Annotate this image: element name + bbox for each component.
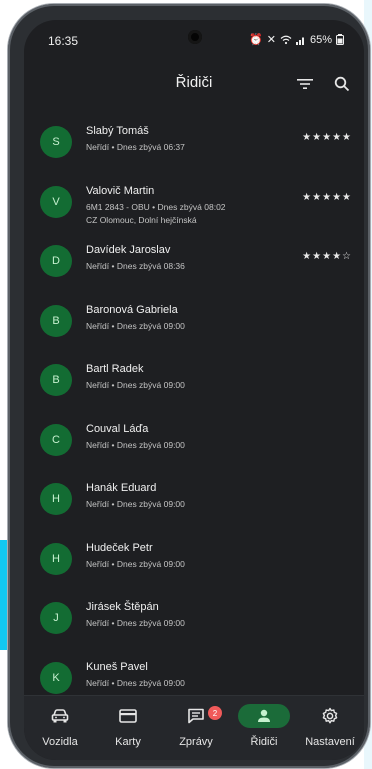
list-item[interactable]: V Valovič Martin 6M1 2843 - OBU • Dnes z… [24,170,364,230]
signal-icon [295,37,304,45]
nav-label: Nastavení [305,736,355,748]
status-time: 16:35 [48,34,79,48]
driver-name: Hanák Eduard [86,482,157,494]
nav-icon-container: 2 [170,704,222,728]
list-item[interactable]: J Jirásek Štěpán Neřídí • Dnes zbývá 09:… [24,586,364,646]
driver-status: Neřídí • Dnes zbývá 09:00 [86,380,185,390]
nav-item-nastaveni[interactable]: Nastavení [296,696,364,760]
driver-name: Jirásek Štěpán [86,601,159,613]
nav-icon-container [102,704,154,728]
bottom-navigation: Vozidla Karty 2 Zprávy Řidiči Nastavení [24,695,364,760]
rating-stars: ★★★★★ [302,191,352,203]
driver-status: Neřídí • Dnes zbývá 09:00 [86,499,185,509]
avatar: D [40,245,72,277]
nav-item-zpravy[interactable]: 2 Zprávy [162,696,230,760]
avatar: C [40,423,72,456]
card-icon [119,709,137,723]
driver-location: CZ Olomouc, Dolní hejčínská [86,214,197,225]
driver-status: 6M1 2843 - OBU • Dnes zbývá 08:02 [86,201,226,212]
driver-status: Neřídí • Dnes zbývá 06:37 [86,142,185,152]
driver-name: Hudeček Petr [86,541,153,554]
driver-status: Neřídí • Dnes zbývá 09:00 [86,618,185,628]
message-icon [188,708,204,724]
nav-icon-container [304,704,356,728]
gear-icon [322,707,338,724]
driver-status: Neřídí • Dnes zbývá 09:00 [86,439,185,450]
nav-label: Vozidla [42,736,78,748]
search-button[interactable] [326,68,358,100]
avatar: K [40,661,72,694]
driver-status: Neřídí • Dnes zbývá 09:00 [86,558,185,569]
list-item[interactable]: C Couval Láďa Neřídí • Dnes zbývá 09:00 [24,408,364,468]
avatar: V [40,185,72,218]
nav-label: Zprávy [179,736,213,748]
driver-name: Slabý Tomáš [86,125,149,137]
status-bar: 16:35 ⏰ ✕ 65% [24,20,364,60]
driver-name: Bartl Radek [86,363,144,375]
driver-name: Couval Láďa [86,422,149,435]
list-item[interactable]: B Baronová Gabriela Neřídí • Dnes zbývá … [24,289,364,349]
list-item[interactable]: H Hanák Eduard Neřídí • Dnes zbývá 09:00 [24,467,364,527]
filter-icon [297,79,313,89]
person-icon [258,709,270,722]
app-bar: Řidiči [24,60,364,108]
list-item[interactable]: D Davídek Jaroslav Neřídí • Dnes zbývá 0… [24,229,364,289]
nav-item-karty[interactable]: Karty [94,696,162,760]
avatar: B [40,364,72,396]
avatar: H [40,542,72,575]
avatar: H [40,483,72,515]
car-icon [51,709,69,723]
nav-icon-container [34,704,86,728]
avatar: S [40,126,72,158]
mute-icon: ✕ [266,34,276,46]
avatar: J [40,602,72,634]
app-screen: 16:35 ⏰ ✕ 65% Řidiči S Slabý Tomáš Neříd… [24,20,364,760]
driver-status: Neřídí • Dnes zbývá 08:36 [86,261,185,271]
driver-name: Kuneš Pavel [86,660,148,673]
battery-percent: 65% [309,33,332,46]
status-icons: ⏰ ✕ 65% [249,33,344,46]
nav-item-vozidla[interactable]: Vozidla [26,696,94,760]
nav-icon-container [238,704,290,728]
nav-label: Řidiči [250,736,278,748]
drivers-list: S Slabý Tomáš Neřídí • Dnes zbývá 06:37 … [24,110,364,705]
list-item[interactable]: B Bartl Radek Neřídí • Dnes zbývá 09:00 [24,348,364,408]
nav-label: Karty [115,736,141,748]
driver-name: Baronová Gabriela [86,303,178,316]
rating-stars: ★★★★☆ [302,251,352,262]
stage: 16:35 ⏰ ✕ 65% Řidiči S Slabý Tomáš Neříd… [0,0,372,769]
front-camera [188,30,202,44]
list-item[interactable]: H Hudeček Petr Neřídí • Dnes zbývá 09:00 [24,527,364,587]
alarm-icon: ⏰ [249,34,263,46]
nav-item-ridici[interactable]: Řidiči [230,696,298,760]
wifi-icon [280,35,292,44]
search-icon [334,76,350,92]
battery-icon [336,34,344,45]
driver-name: Valovič Martin [86,184,155,197]
avatar: B [40,304,72,337]
filter-button[interactable] [289,68,321,100]
unread-badge: 2 [208,706,222,720]
list-item[interactable]: S Slabý Tomáš Neřídí • Dnes zbývá 06:37 … [24,110,364,170]
driver-status: Neřídí • Dnes zbývá 09:00 [86,677,185,688]
driver-name: Davídek Jaroslav [86,244,171,256]
driver-status: Neřídí • Dnes zbývá 09:00 [86,320,185,331]
rating-stars: ★★★★★ [302,132,352,143]
